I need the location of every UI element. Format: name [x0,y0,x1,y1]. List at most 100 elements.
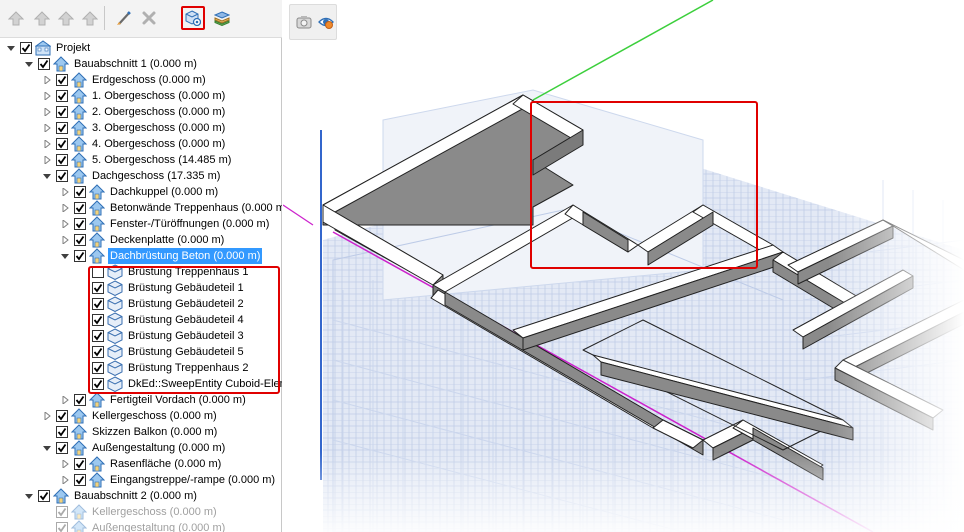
house-icon [71,168,87,184]
visibility-checkbox[interactable] [56,74,68,86]
collapse-arrow-icon[interactable] [42,443,52,453]
tree-item[interactable]: Dachbrüstung Beton (0.000 m) [60,248,263,264]
expand-arrow-icon[interactable] [42,411,52,421]
collapse-arrow-icon[interactable] [60,251,70,261]
visibility-checkbox[interactable] [56,522,68,532]
expand-arrow-icon[interactable] [42,107,52,117]
tree-item[interactable]: Bauabschnitt 2 (0.000 m) [24,488,199,504]
visibility-checkbox[interactable] [74,474,86,486]
tree-toolbar [0,0,282,38]
expand-arrow-icon[interactable] [60,459,70,469]
house-icon [89,392,105,408]
visibility-checkbox[interactable] [74,186,86,198]
expand-arrow-icon[interactable] [60,203,70,213]
tree-item-label: Fenster-/Türöffnungen (0.000 m) [110,218,270,230]
move-up-button[interactable] [54,6,78,30]
visibility-checkbox[interactable] [74,234,86,246]
tree-item-label: Projekt [56,42,91,54]
expand-arrow-icon[interactable] [60,219,70,229]
collapse-arrow-icon[interactable] [6,43,16,53]
pencil-brush-icon [117,11,131,25]
visibility-checkbox[interactable] [74,394,86,406]
expand-arrow-icon[interactable] [60,235,70,245]
visibility-checkbox[interactable] [38,58,50,70]
visibility-checkbox[interactable] [56,106,68,118]
tree-item[interactable]: 4. Obergeschoss (0.000 m) [42,136,227,152]
tree-item[interactable]: Erdgeschoss (0.000 m) [42,72,208,88]
tree-item[interactable]: Fenster-/Türöffnungen (0.000 m) [60,216,271,232]
visibility-checkbox[interactable] [56,122,68,134]
expand-arrow-icon[interactable] [60,187,70,197]
project-icon [35,40,51,56]
visibility-checkbox[interactable] [20,42,32,54]
collapse-arrow-icon[interactable] [24,59,34,69]
visibility-checkbox[interactable] [56,90,68,102]
visibility-checkbox[interactable] [74,202,86,214]
visibility-checkbox[interactable] [56,442,68,454]
collapse-arrow-icon[interactable] [42,171,52,181]
expand-arrow-icon[interactable] [42,75,52,85]
tree-item[interactable]: Projekt [6,40,92,56]
tree-item[interactable]: Kellergeschoss (0.000 m) [42,504,219,520]
tree-item[interactable]: 3. Obergeschoss (0.000 m) [42,120,227,136]
visibility-checkbox[interactable] [38,490,50,502]
tree-item-label: 1. Obergeschoss (0.000 m) [92,90,226,102]
house-icon [71,520,87,532]
visibility-checkbox[interactable] [56,154,68,166]
camera-button[interactable] [292,10,316,34]
house-icon [71,152,87,168]
visibility-checkbox[interactable] [56,410,68,422]
tree-highlight-box [88,266,280,394]
move-first-button[interactable] [4,6,28,30]
collapse-arrow-icon[interactable] [24,491,34,501]
tree-item[interactable]: 1. Obergeschoss (0.000 m) [42,88,227,104]
tree-item[interactable]: Dachgeschoss (17.335 m) [42,168,222,184]
delete-x-icon [142,11,156,25]
delete-x-button[interactable] [137,6,161,30]
tree-item[interactable]: Eingangstreppe/-rampe (0.000 m) [60,472,277,488]
tree-item[interactable]: Außengestaltung (0.000 m) [42,520,227,532]
3d-viewport[interactable] [283,0,964,532]
visibility-checkbox[interactable] [56,506,68,518]
expand-arrow-icon[interactable] [42,91,52,101]
visibility-checkbox[interactable] [56,138,68,150]
tree-item[interactable]: 5. Obergeschoss (14.485 m) [42,152,233,168]
pencil-brush-button[interactable] [112,6,136,30]
move-up-double-button[interactable] [30,6,54,30]
eye-visibility-button[interactable] [314,10,338,34]
expand-arrow-icon[interactable] [42,123,52,133]
expand-arrow-icon[interactable] [60,475,70,485]
visibility-checkbox[interactable] [56,426,68,438]
visibility-checkbox[interactable] [74,218,86,230]
expand-arrow-icon[interactable] [42,139,52,149]
tree-item[interactable]: Kellergeschoss (0.000 m) [42,408,219,424]
tree-item-label: Außengestaltung (0.000 m) [92,442,226,454]
tree-item[interactable]: Dachkuppel (0.000 m) [60,184,220,200]
expand-arrow-icon[interactable] [60,395,70,405]
cube-view-button[interactable] [181,6,205,30]
tree-item-label: Deckenplatte (0.000 m) [110,234,225,246]
house-icon [71,408,87,424]
toolbar-separator [104,6,105,30]
tree-item[interactable]: Rasenfläche (0.000 m) [60,456,223,472]
tree-item[interactable]: Deckenplatte (0.000 m) [60,232,226,248]
tree-item[interactable]: Fertigteil Vordach (0.000 m) [60,392,248,408]
visibility-checkbox[interactable] [74,250,86,262]
layers-icon [214,11,230,26]
visibility-checkbox[interactable] [74,458,86,470]
expand-arrow-icon[interactable] [42,155,52,165]
move-top-button[interactable] [78,6,102,30]
tree-item[interactable]: Bauabschnitt 1 (0.000 m) [24,56,199,72]
tree-item[interactable]: Betonwände Treppenhaus (0.000 m) [60,200,282,216]
tree-item[interactable]: Außengestaltung (0.000 m) [42,440,227,456]
tree-item[interactable]: Skizzen Balkon (0.000 m) [42,424,219,440]
visibility-checkbox[interactable] [56,170,68,182]
tree-item[interactable]: 2. Obergeschoss (0.000 m) [42,104,227,120]
layers-button[interactable] [210,6,234,30]
3d-viewport-panel[interactable] [283,0,964,532]
